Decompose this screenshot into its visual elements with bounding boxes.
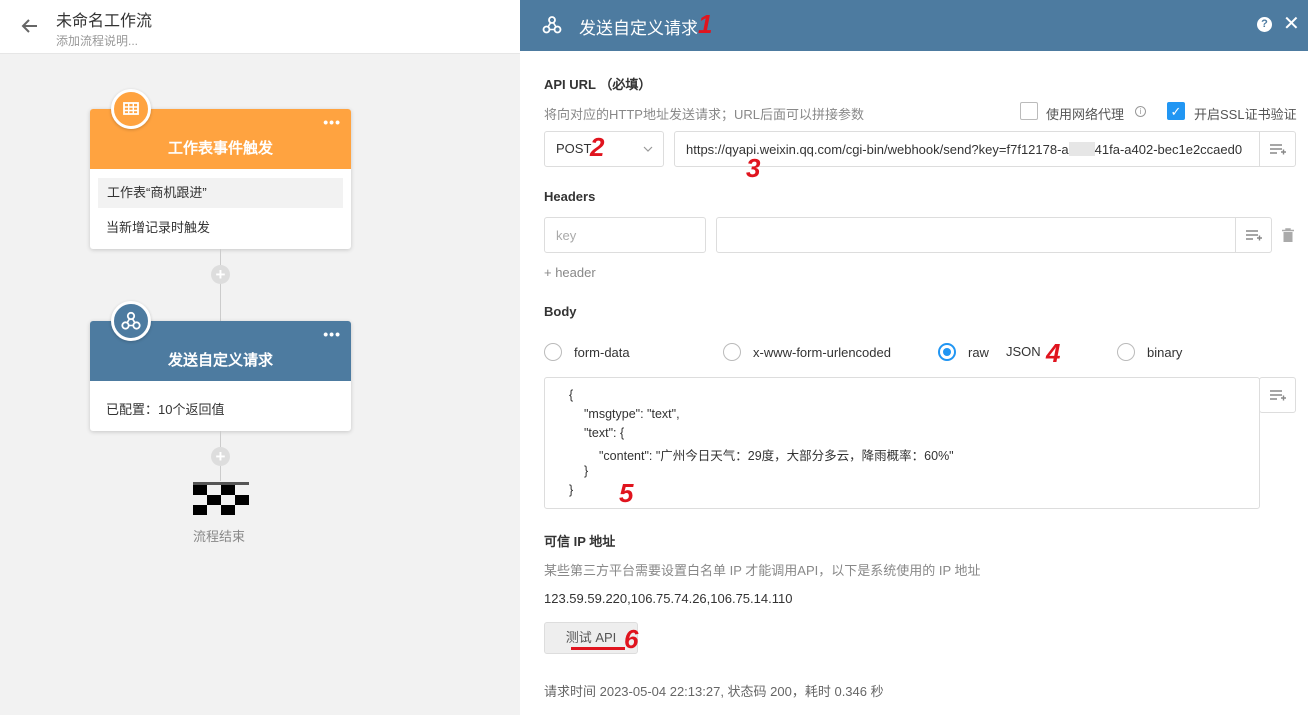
webhook-icon <box>111 301 151 341</box>
table-icon <box>111 89 151 129</box>
annotation-1: 1 <box>698 9 713 39</box>
proxy-label: 使用网络代理 <box>1046 107 1125 122</box>
proxy-checkbox[interactable] <box>1020 102 1038 120</box>
radio-binary[interactable] <box>1117 343 1135 361</box>
annotation-5: 5 <box>619 478 634 508</box>
trusted-ip-hint: 某些第三方平台需要设置白名单 IP 才能调用API，以下是系统使用的 IP 地址 <box>544 563 981 578</box>
workflow-title[interactable]: 未命名工作流 <box>56 7 152 31</box>
back-arrow-icon[interactable] <box>18 14 42 38</box>
info-icon[interactable]: i <box>1135 106 1146 117</box>
radio-form-data[interactable] <box>544 343 562 361</box>
code-line: "msgtype": "text", <box>584 407 680 421</box>
header-value-input[interactable] <box>716 217 1272 253</box>
insert-field-icon <box>1270 390 1286 401</box>
close-icon[interactable]: ✕ <box>1283 13 1300 35</box>
url-input[interactable]: https://qyapi.weixin.qq.com/cgi-bin/webh… <box>674 131 1296 167</box>
insert-field-button[interactable] <box>1259 132 1295 166</box>
webhook-icon <box>542 16 562 34</box>
insert-field-icon <box>1270 144 1286 155</box>
trigger-condition: 当新增记录时触发 <box>106 220 211 235</box>
insert-field-icon <box>1246 230 1262 241</box>
ssl-checkbox[interactable]: ✓ <box>1167 102 1185 120</box>
code-line: "content": "广州今日天气：29度，大部分多云，降雨概率：60%" <box>599 449 954 463</box>
insert-field-button[interactable] <box>1235 218 1271 252</box>
radio-binary-label: binary <box>1147 345 1183 360</box>
annotation-underline <box>571 647 625 650</box>
api-url-label: API URL （必填） <box>544 77 652 92</box>
ssl-label: 开启SSL证书验证 <box>1194 107 1297 122</box>
config-panel: 发送自定义请求 ? ✕ 1 API URL （必填） 将向对应的HTTP地址发送… <box>520 0 1308 715</box>
trash-icon[interactable] <box>1282 228 1294 242</box>
more-icon[interactable]: ••• <box>323 115 341 129</box>
raw-format-select[interactable]: JSON <box>1006 344 1041 359</box>
radio-urlencoded-label: x-www-form-urlencoded <box>753 345 891 360</box>
workflow-canvas: 未命名工作流 添加流程说明... 工作表事件触发 ••• 工作表“商机跟进” 当… <box>0 0 520 715</box>
test-result: 请求时间 2023-05-04 22:13:27, 状态码 200，耗时 0.3… <box>544 684 884 699</box>
trigger-node-title: 工作表事件触发 <box>167 140 273 157</box>
body-editor[interactable]: { "msgtype": "text", "text": { "content"… <box>544 377 1260 509</box>
insert-field-button[interactable] <box>1259 377 1296 413</box>
chevron-down-icon <box>643 132 653 181</box>
workflow-description[interactable]: 添加流程说明... <box>56 32 138 49</box>
method-value: POST <box>556 141 592 156</box>
annotation-6: 6 <box>624 624 639 654</box>
annotation-2: 2 <box>590 132 605 162</box>
header-key-input[interactable]: key <box>544 217 706 253</box>
trigger-node[interactable]: 工作表事件触发 ••• 工作表“商机跟进” 当新增记录时触发 <box>90 109 351 249</box>
radio-form-data-label: form-data <box>574 345 630 360</box>
panel-title: 发送自定义请求 <box>579 19 698 38</box>
api-url-hint: 将向对应的HTTP地址发送请求；URL后面可以拼接参数 <box>544 107 864 122</box>
request-node-summary: 已配置：10个返回值 <box>106 402 225 417</box>
redacted-block <box>1068 142 1095 156</box>
add-node-icon[interactable]: + <box>211 265 230 284</box>
end-label: 流程结束 <box>193 529 246 544</box>
code-line: } <box>569 483 574 497</box>
header-key-placeholder: key <box>556 228 577 243</box>
finish-flag-icon <box>193 482 249 515</box>
code-line: } <box>584 464 589 478</box>
annotation-4: 4 <box>1046 338 1061 368</box>
radio-raw-label: raw <box>968 345 989 360</box>
connector-line <box>220 249 221 321</box>
radio-urlencoded[interactable] <box>723 343 741 361</box>
code-line: "text": { <box>584 426 625 440</box>
add-node-icon[interactable]: + <box>211 447 230 466</box>
add-header-link[interactable]: + header <box>544 265 596 280</box>
headers-label: Headers <box>544 189 596 204</box>
radio-raw[interactable] <box>938 343 956 361</box>
annotation-3: 3 <box>746 153 761 183</box>
more-icon[interactable]: ••• <box>323 327 341 341</box>
panel-header: 发送自定义请求 ? ✕ <box>520 0 1308 51</box>
body-label: Body <box>544 304 577 319</box>
code-line: { <box>569 388 574 402</box>
trusted-ip-value: 123.59.59.220,106.75.74.26,106.75.14.110 <box>544 591 793 606</box>
url-value: https://qyapi.weixin.qq.com/cgi-bin/webh… <box>686 142 1243 157</box>
top-bar: 未命名工作流 添加流程说明... <box>0 0 520 54</box>
trusted-ip-label: 可信 IP 地址 <box>544 534 616 549</box>
request-node-title: 发送自定义请求 <box>167 352 273 369</box>
trigger-worksheet: 工作表“商机跟进” <box>98 178 343 208</box>
help-icon[interactable]: ? <box>1257 17 1272 32</box>
